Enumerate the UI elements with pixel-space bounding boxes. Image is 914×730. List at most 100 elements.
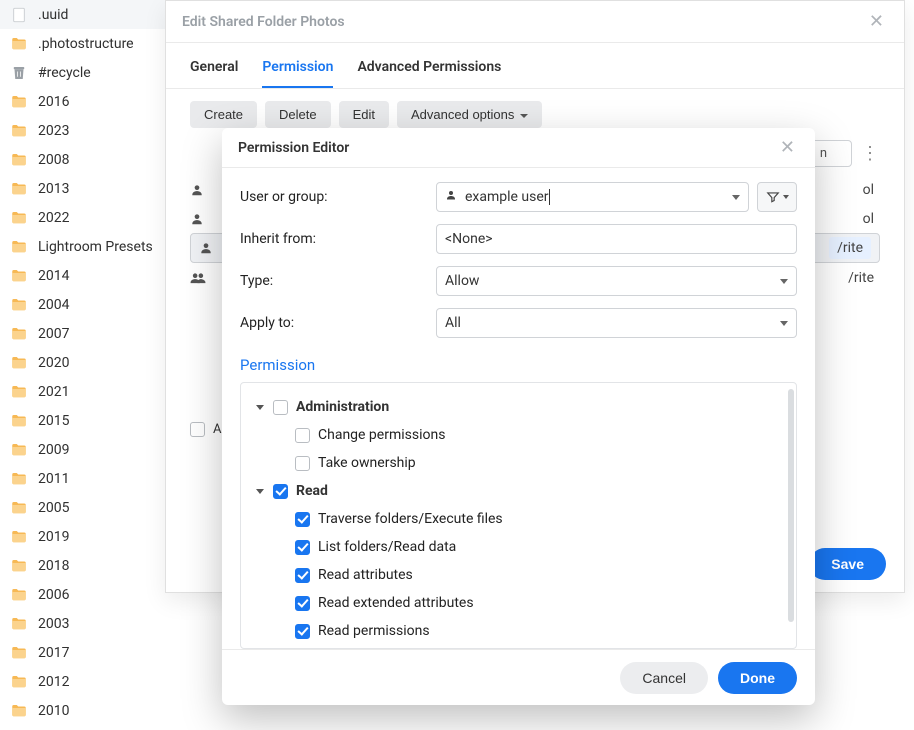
file-name: 2005: [38, 500, 69, 516]
checkbox[interactable]: [295, 428, 310, 443]
file-list-item[interactable]: 2003: [0, 609, 170, 638]
user-or-group-label: User or group:: [240, 189, 436, 205]
tab-advanced-permissions[interactable]: Advanced Permissions: [357, 47, 501, 88]
type-label: Type:: [240, 273, 436, 289]
file-list-item[interactable]: 2022: [0, 203, 170, 232]
permission-tree[interactable]: Administration Change permissions Take own…: [240, 382, 797, 649]
done-button[interactable]: Done: [718, 662, 797, 694]
folder-icon: [10, 151, 28, 169]
close-icon[interactable]: ✕: [776, 133, 799, 162]
file-list-item[interactable]: 2020: [0, 348, 170, 377]
permission-label: List folders/Read data: [318, 539, 456, 555]
permission-group[interactable]: Read: [255, 477, 788, 505]
scrollbar[interactable]: [788, 389, 794, 622]
checkbox[interactable]: [273, 484, 288, 499]
expand-toggle-icon[interactable]: [255, 489, 265, 494]
file-list: .uuid .photostructure#recycle20162023 2008…: [0, 0, 170, 730]
checkbox[interactable]: [295, 568, 310, 583]
permission-editor-dialog: Permission Editor ✕ User or group: examp…: [222, 128, 815, 705]
filter-button[interactable]: [757, 182, 797, 212]
file-list-item[interactable]: 2007: [0, 319, 170, 348]
inherit-from-label: Inherit from:: [240, 231, 436, 247]
apply-to-select[interactable]: All: [436, 308, 797, 338]
file-list-item[interactable]: 2006: [0, 580, 170, 609]
search-field-select[interactable]: n: [809, 140, 852, 167]
permission-label: Administration: [296, 399, 389, 415]
cancel-button[interactable]: Cancel: [620, 662, 708, 694]
file-name: 2021: [38, 384, 69, 400]
inherit-from-field[interactable]: <None>: [436, 224, 797, 254]
permission-item[interactable]: Take ownership: [295, 449, 788, 477]
checkbox[interactable]: [273, 400, 288, 415]
file-list-item[interactable]: 2011: [0, 464, 170, 493]
checkbox[interactable]: [295, 596, 310, 611]
apply-checkbox[interactable]: [190, 422, 205, 437]
file-list-item[interactable]: 2014: [0, 261, 170, 290]
file-name: 2004: [38, 297, 69, 313]
permission-item[interactable]: Change permissions: [295, 421, 788, 449]
file-list-item[interactable]: 2012: [0, 667, 170, 696]
file-list-item[interactable]: 2023: [0, 116, 170, 145]
permission-label: Take ownership: [318, 455, 416, 471]
file-name: .uuid: [38, 7, 68, 23]
apply-label: A: [213, 422, 221, 437]
file-list-item[interactable]: 2008: [0, 145, 170, 174]
dialog-title: Permission Editor: [238, 140, 349, 156]
checkbox[interactable]: [295, 624, 310, 639]
checkbox[interactable]: [295, 540, 310, 555]
folder-icon: [10, 180, 28, 198]
file-list-item[interactable]: 2005: [0, 493, 170, 522]
more-menu-icon[interactable]: ⋮: [860, 140, 880, 167]
permission-item[interactable]: Read attributes: [295, 561, 788, 589]
permission-item[interactable]: Read extended attributes: [295, 589, 788, 617]
type-select[interactable]: Allow: [436, 266, 797, 296]
group-icon: [190, 271, 206, 285]
file-list-item[interactable]: #recycle: [0, 58, 170, 87]
file-list-item[interactable]: 2004: [0, 290, 170, 319]
file-icon: [10, 6, 28, 24]
tab-permission[interactable]: Permission: [262, 47, 333, 88]
file-list-item[interactable]: 2010: [0, 696, 170, 725]
file-list-item[interactable]: 2016: [0, 87, 170, 116]
file-list-item[interactable]: Lightroom Presets: [0, 232, 170, 261]
permission-label: Read: [296, 483, 328, 499]
folder-icon: [10, 673, 28, 691]
user-or-group-select[interactable]: example user: [436, 182, 749, 212]
permission-item[interactable]: Read permissions: [295, 617, 788, 645]
permission-group[interactable]: Write: [255, 645, 788, 649]
permission-item[interactable]: Traverse folders/Execute files: [295, 505, 788, 533]
file-list-item[interactable]: 2018: [0, 551, 170, 580]
person-icon: [190, 212, 204, 226]
permission-label: Change permissions: [318, 427, 445, 443]
advanced-options-button[interactable]: Advanced options: [397, 101, 542, 128]
checkbox[interactable]: [295, 512, 310, 527]
create-button[interactable]: Create: [190, 101, 257, 128]
close-icon[interactable]: ✕: [865, 7, 888, 36]
edit-button[interactable]: Edit: [339, 101, 389, 128]
file-name: 2008: [38, 152, 69, 168]
save-button[interactable]: Save: [809, 548, 886, 580]
permission-value: ol: [863, 211, 880, 227]
person-icon: [199, 241, 213, 255]
folder-icon: [10, 238, 28, 256]
file-list-item[interactable]: .photostructure: [0, 29, 170, 58]
file-list-item[interactable]: 2013: [0, 174, 170, 203]
delete-button[interactable]: Delete: [265, 101, 331, 128]
expand-toggle-icon[interactable]: [255, 405, 265, 410]
file-list-item[interactable]: 2009: [0, 435, 170, 464]
file-list-item[interactable]: 2015: [0, 406, 170, 435]
file-list-item[interactable]: 2021: [0, 377, 170, 406]
folder-icon: [10, 615, 28, 633]
permission-group[interactable]: Administration: [255, 393, 788, 421]
file-name: 2014: [38, 268, 69, 284]
permission-label: Read attributes: [318, 567, 413, 583]
file-list-item[interactable]: 2017: [0, 638, 170, 667]
tab-general[interactable]: General: [190, 47, 238, 88]
permission-item[interactable]: List folders/Read data: [295, 533, 788, 561]
file-list-item[interactable]: 2019: [0, 522, 170, 551]
folder-icon: [10, 644, 28, 662]
file-name: 2019: [38, 529, 69, 545]
file-list-item[interactable]: .uuid: [0, 0, 170, 29]
checkbox[interactable]: [295, 456, 310, 471]
file-name: 2017: [38, 645, 69, 661]
